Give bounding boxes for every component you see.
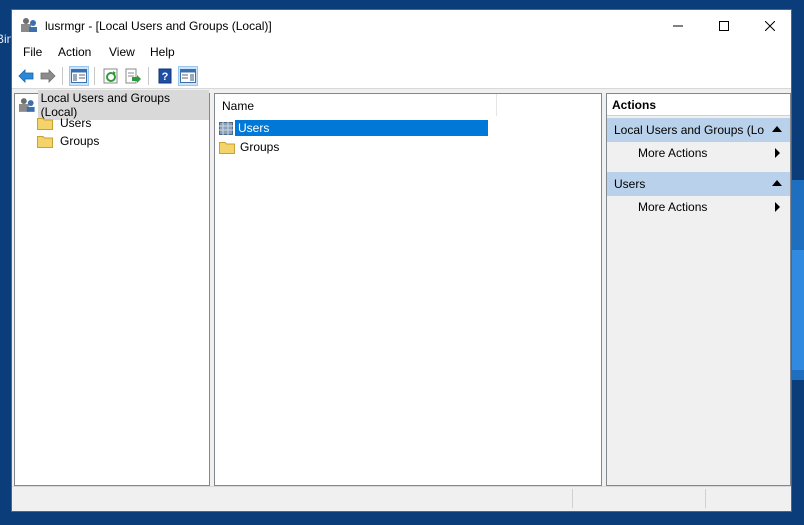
menu-bar: File Action View Help <box>12 41 791 63</box>
list-row-users[interactable]: Users <box>219 119 488 137</box>
actions-pane: Actions Local Users and Groups (Lo... Mo… <box>606 93 791 486</box>
more-actions-item[interactable]: More Actions <box>607 196 790 218</box>
forward-arrow-icon <box>40 69 56 83</box>
column-header-name[interactable]: Name <box>215 94 497 116</box>
desktop-background-light <box>792 250 804 370</box>
status-segment-divider <box>705 489 707 508</box>
toolbar: ? <box>12 63 791 89</box>
actions-pane-title: Actions <box>607 94 790 116</box>
column-header-name-label: Name <box>222 99 255 113</box>
actions-pane-title-label: Actions <box>612 98 657 112</box>
submenu-arrow-icon <box>775 202 780 212</box>
tree-item-groups[interactable]: Groups <box>37 132 102 150</box>
refresh-icon <box>103 68 118 84</box>
export-list-icon <box>125 68 141 84</box>
results-pane[interactable]: Name Users Groups <box>214 93 602 486</box>
folder-icon <box>219 141 235 154</box>
tree-item-users[interactable]: Users <box>37 114 94 132</box>
list-row-users-label: Users <box>235 120 488 136</box>
export-list-button[interactable] <box>123 66 143 86</box>
status-bar <box>12 486 791 511</box>
close-icon <box>765 20 775 31</box>
collapse-up-icon[interactable] <box>772 180 782 186</box>
more-actions-label: More Actions <box>638 200 708 214</box>
show-hide-action-pane-icon <box>180 69 196 83</box>
svg-text:?: ? <box>162 71 169 83</box>
title-bar[interactable]: lusrmgr - [Local Users and Groups (Local… <box>12 10 791 41</box>
action-group-local-users-groups[interactable]: Local Users and Groups (Lo... <box>607 118 790 142</box>
status-segment-divider <box>572 489 574 508</box>
maximize-icon <box>719 20 729 31</box>
more-actions-item[interactable]: More Actions <box>607 142 790 164</box>
folder-icon <box>37 135 53 148</box>
list-row-groups[interactable]: Groups <box>219 138 282 156</box>
action-group-users-label: Users <box>614 177 646 191</box>
users-folder-icon <box>219 121 233 135</box>
menu-help[interactable]: Help <box>150 45 175 59</box>
forward-button[interactable] <box>38 66 58 86</box>
show-hide-console-tree-button[interactable] <box>69 66 89 86</box>
users-groups-icon <box>18 98 35 112</box>
console-tree-pane[interactable]: Local Users and Groups (Local) Users Gro… <box>14 90 210 486</box>
submenu-arrow-icon <box>775 148 780 158</box>
show-hide-console-tree-icon <box>71 69 87 83</box>
users-groups-app-icon <box>21 18 37 32</box>
back-button[interactable] <box>16 66 36 86</box>
tree-item-users-label: Users <box>60 116 92 130</box>
menu-file[interactable]: File <box>23 45 42 59</box>
action-group-users[interactable]: Users <box>607 172 790 196</box>
menu-view[interactable]: View <box>109 45 135 59</box>
toolbar-separator <box>94 67 95 85</box>
action-group-local-users-groups-label: Local Users and Groups (Lo... <box>614 123 764 137</box>
toolbar-separator <box>62 67 63 85</box>
folder-icon <box>37 117 53 130</box>
close-button[interactable] <box>747 10 793 41</box>
collapse-up-icon[interactable] <box>772 126 782 132</box>
help-button[interactable]: ? <box>155 66 175 86</box>
refresh-button[interactable] <box>101 66 121 86</box>
mmc-window: lusrmgr - [Local Users and Groups (Local… <box>11 9 792 512</box>
show-hide-action-pane-button[interactable] <box>178 66 198 86</box>
help-icon: ? <box>158 68 172 84</box>
more-actions-label: More Actions <box>638 146 708 160</box>
tree-item-root[interactable]: Local Users and Groups (Local) <box>18 90 209 120</box>
list-row-groups-label: Groups <box>240 140 280 154</box>
maximize-button[interactable] <box>701 10 747 41</box>
window-title: lusrmgr - [Local Users and Groups (Local… <box>45 19 272 33</box>
toolbar-separator <box>148 67 149 85</box>
tree-item-groups-label: Groups <box>60 134 100 148</box>
minimize-button[interactable] <box>655 10 701 41</box>
back-arrow-icon <box>18 69 34 83</box>
menu-action[interactable]: Action <box>58 45 91 59</box>
minimize-icon <box>673 25 683 26</box>
